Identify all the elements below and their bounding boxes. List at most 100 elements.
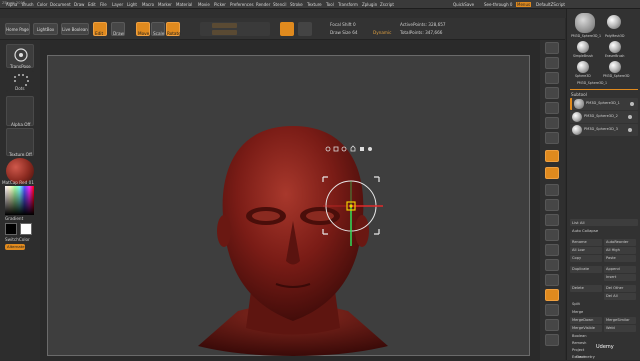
see-through-slider[interactable]: See-through 0	[484, 2, 512, 7]
menu-zscript[interactable]: Zscript	[380, 2, 394, 7]
menu-preferences[interactable]: Preferences	[230, 2, 254, 7]
menu-zplugin[interactable]: Zplugin	[362, 2, 377, 7]
tool-thumb-4[interactable]	[609, 41, 621, 53]
xyz-icon[interactable]	[545, 184, 559, 196]
split-button[interactable]: Split	[570, 301, 602, 308]
draw-size-slider[interactable]: Draw Size 64	[330, 30, 358, 35]
menu-marker[interactable]: Marker	[158, 2, 172, 7]
mergedown-button[interactable]: MergeDown	[570, 317, 602, 324]
brush-thumbnail[interactable]: TransPose	[6, 44, 34, 69]
dynamic-icon[interactable]	[545, 117, 559, 129]
auto-collapse-button[interactable]: Auto Collapse	[570, 227, 638, 234]
menu-draw[interactable]: Draw	[74, 2, 84, 7]
bpr-icon[interactable]	[545, 42, 559, 54]
insert-button[interactable]: Insert	[604, 274, 636, 281]
ghost-icon[interactable]	[545, 304, 559, 316]
transp-icon[interactable]	[545, 289, 559, 301]
menu-picker[interactable]: Picker	[214, 2, 226, 7]
menu-edit[interactable]: Edit	[88, 2, 96, 7]
rename-button[interactable]: Rename	[570, 239, 602, 246]
switch-color-button[interactable]: SwitchColor	[5, 237, 30, 242]
eye-icon[interactable]	[630, 102, 634, 106]
menu-stroke[interactable]: Stroke	[290, 2, 303, 7]
subtool-header[interactable]: Subtool	[571, 92, 587, 97]
menu-stencil[interactable]: Stencil	[273, 2, 287, 7]
del-other-button[interactable]: Del Other	[604, 285, 636, 292]
menu-tool[interactable]: Tool	[326, 2, 334, 7]
scale-button[interactable]: Scale	[151, 22, 165, 36]
menu-movie[interactable]: Movie	[198, 2, 210, 7]
solo-icon[interactable]	[545, 319, 559, 331]
tool-thumb-2[interactable]	[607, 15, 621, 29]
subtool-item-2[interactable]: PM3D_Sphere3D_2	[570, 111, 638, 123]
subtool-item-3[interactable]: PM3D_Sphere3D_3	[570, 124, 638, 136]
del-all-button[interactable]: Del All	[604, 293, 636, 300]
move-button[interactable]: Move	[136, 22, 150, 36]
eye-icon[interactable]	[628, 128, 632, 132]
menu-layer[interactable]: Layer	[112, 2, 123, 7]
all-low-button[interactable]: All Low	[570, 247, 602, 254]
menu-light[interactable]: Light	[127, 2, 137, 7]
alternate-button[interactable]: Alternate	[5, 244, 25, 250]
stroke-thumbnail[interactable]: Dots	[6, 70, 34, 92]
tool-thumb-1[interactable]	[575, 13, 595, 33]
texture-thumbnail[interactable]: Texture Off	[6, 128, 34, 157]
edit-button[interactable]: Edit	[93, 22, 107, 36]
rotate-icon[interactable]	[545, 244, 559, 256]
autoreorder-button[interactable]: AutoReorder	[604, 239, 636, 246]
mrgb-slider[interactable]	[212, 23, 237, 28]
menus-toggle[interactable]: Menus	[516, 2, 532, 7]
default-zscript[interactable]: DefaultZScript	[536, 2, 565, 7]
eye-icon[interactable]	[628, 115, 632, 119]
menu-texture[interactable]: Texture	[307, 2, 322, 7]
alpha-thumbnail[interactable]: Alpha Off	[6, 96, 34, 127]
focal-shift-slider[interactable]: Focal Shift 0	[330, 22, 356, 27]
main-color-swatch[interactable]	[5, 223, 17, 235]
persp-icon[interactable]	[545, 132, 559, 144]
move-icon[interactable]	[545, 214, 559, 226]
dynamic-toggle[interactable]: Dynamic	[373, 30, 391, 35]
zadd-button[interactable]	[280, 22, 294, 36]
lightbox-button[interactable]: LightBox	[33, 23, 58, 35]
rgb-intensity-slider[interactable]	[212, 30, 237, 35]
secondary-color-swatch[interactable]	[20, 223, 32, 235]
geometry-header[interactable]: Geometry	[576, 354, 595, 359]
live-boolean-button[interactable]: Live Boolean	[61, 23, 89, 35]
duplicate-button[interactable]: Duplicate	[570, 266, 602, 273]
linefill-icon[interactable]	[545, 259, 559, 271]
xpose-icon[interactable]	[545, 334, 559, 346]
aahalf-icon[interactable]	[545, 102, 559, 114]
mergesimilar-button[interactable]: MergeSimilar	[604, 317, 636, 324]
tool-thumb-5[interactable]	[577, 61, 589, 73]
weld-button[interactable]: Weld	[604, 325, 636, 332]
quicksave-button[interactable]: QuickSave	[453, 2, 474, 7]
frame-icon[interactable]	[545, 199, 559, 211]
draw-button[interactable]: Draw	[111, 22, 125, 36]
list-all-button[interactable]: List All	[570, 219, 638, 226]
scale-icon[interactable]	[545, 229, 559, 241]
menu-document[interactable]: Document	[50, 2, 71, 7]
append-button[interactable]: Append	[604, 266, 636, 273]
floor-icon[interactable]	[545, 150, 559, 162]
menu-alpha[interactable]: Alpha	[6, 2, 17, 7]
document-viewport[interactable]	[47, 55, 530, 356]
color-picker[interactable]	[5, 186, 34, 215]
tool-thumb-6[interactable]	[609, 61, 621, 73]
local-icon[interactable]	[545, 167, 559, 179]
home-page-button[interactable]: Home Page	[5, 23, 30, 35]
rotate-button[interactable]: Rotate	[166, 22, 181, 36]
polyf-icon[interactable]	[545, 274, 559, 286]
boolean-button[interactable]: Boolean	[570, 333, 602, 340]
menu-transform[interactable]: Transform	[338, 2, 358, 7]
menu-material[interactable]: Material	[176, 2, 192, 7]
sculpt-head-model[interactable]	[48, 56, 531, 357]
copy-button[interactable]: Copy	[570, 255, 602, 262]
menu-macro[interactable]: Macro	[142, 2, 154, 7]
mergevisible-button[interactable]: MergeVisible	[570, 325, 602, 332]
delete-button[interactable]: Delete	[570, 285, 602, 292]
menu-render[interactable]: Render	[256, 2, 270, 7]
paste-button[interactable]: Paste	[604, 255, 636, 262]
merge-button[interactable]: Merge	[570, 309, 602, 316]
scroll-icon[interactable]	[545, 57, 559, 69]
zoom-icon[interactable]	[545, 72, 559, 84]
